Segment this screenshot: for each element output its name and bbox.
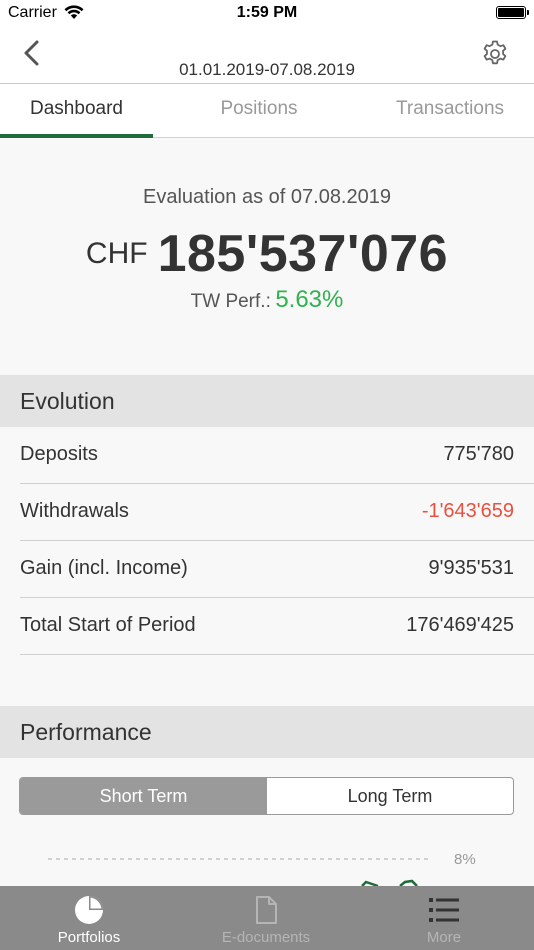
tab-dashboard[interactable]: Dashboard xyxy=(0,84,153,138)
total-start-value: 176'469'425 xyxy=(406,614,514,636)
portfolio-summary: Evaluation as of 07.08.2019 CHF 185'537'0… xyxy=(0,138,534,374)
performance-title: Performance xyxy=(20,719,152,745)
battery-icon xyxy=(496,6,529,19)
currency-label: CHF xyxy=(85,237,148,270)
date-range[interactable]: 01.01.2019-07.08.2019 xyxy=(0,60,534,80)
performance-summary: TW Perf.: 5.63% xyxy=(0,286,534,314)
list-item-deposits: Deposits 775'780 xyxy=(20,427,534,484)
performance-chart: 8% xyxy=(0,840,534,888)
evaluation-date-label: Evaluation as of 07.08.2019 xyxy=(143,186,391,208)
evolution-list: Deposits 775'780 Withdrawals -1'643'659 … xyxy=(0,427,534,706)
bottom-tab-bar: Portfolios E-documents More xyxy=(0,886,534,950)
total-amount: 185'537'076 xyxy=(157,225,449,283)
status-bar: Carrier 1:59 PM xyxy=(0,0,534,28)
total-value: CHF 185'537'076 xyxy=(0,224,534,284)
withdrawals-label: Withdrawals xyxy=(20,500,129,522)
tabbar-item-edocuments[interactable]: E-documents xyxy=(206,886,326,950)
list-icon xyxy=(429,898,459,922)
long-term-button[interactable]: Long Term xyxy=(267,778,513,814)
clock: 1:59 PM xyxy=(236,4,298,21)
tabbar-label-portfolios: Portfolios xyxy=(57,929,121,946)
tabbar-item-portfolios[interactable]: Portfolios xyxy=(29,886,149,950)
tabbar-label-more: More xyxy=(426,929,462,946)
term-toggle: Short Term Long Term xyxy=(19,777,514,815)
gain-value: 9'935'531 xyxy=(428,557,515,579)
tabbar-item-more[interactable]: More xyxy=(384,886,504,950)
tw-perf-label: TW Perf.: xyxy=(190,291,271,312)
evolution-title: Evolution xyxy=(20,388,115,414)
performance-header: Performance xyxy=(0,706,534,758)
deposits-label: Deposits xyxy=(20,443,98,465)
short-term-button[interactable]: Short Term xyxy=(20,778,267,814)
tw-perf-value: 5.63% xyxy=(275,286,344,313)
list-item-gain: Gain (incl. Income) 9'935'531 xyxy=(20,541,534,598)
y-tick-label: 8% xyxy=(454,851,476,868)
tab-positions[interactable]: Positions xyxy=(183,84,335,137)
tab-transactions[interactable]: Transactions xyxy=(378,84,522,137)
gear-icon[interactable] xyxy=(480,39,510,69)
navigation-bar: 01.01.2019-07.08.2019 xyxy=(0,28,534,84)
gain-label: Gain (incl. Income) xyxy=(20,557,188,579)
total-start-label: Total Start of Period xyxy=(20,614,196,636)
withdrawals-value: -1'643'659 xyxy=(421,500,514,522)
document-icon xyxy=(256,896,277,924)
evolution-header: Evolution xyxy=(0,375,534,427)
pie-chart-icon xyxy=(75,896,103,924)
list-item-total-start: Total Start of Period 176'469'425 xyxy=(20,598,534,655)
deposits-value: 775'780 xyxy=(443,443,514,465)
list-item-withdrawals: Withdrawals -1'643'659 xyxy=(20,484,534,541)
tabbar-label-edocuments: E-documents xyxy=(221,929,311,946)
tab-bar-top: Dashboard Positions Transactions xyxy=(0,84,534,138)
